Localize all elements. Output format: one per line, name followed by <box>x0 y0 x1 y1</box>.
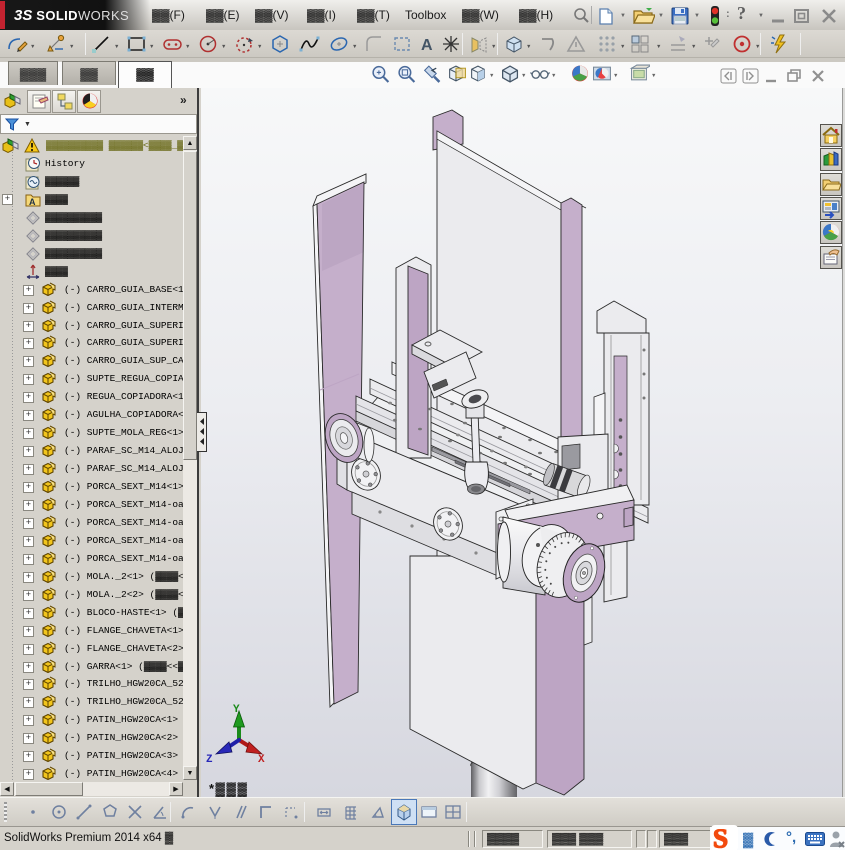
svg-text:Y: Y <box>233 704 240 716</box>
svg-text:*▓▓▓: *▓▓▓ <box>209 781 249 797</box>
svg-text:A: A <box>29 197 36 207</box>
svg-text:Z: Z <box>206 754 213 766</box>
svg-text:A: A <box>421 37 433 54</box>
svg-text:X: X <box>258 754 265 766</box>
